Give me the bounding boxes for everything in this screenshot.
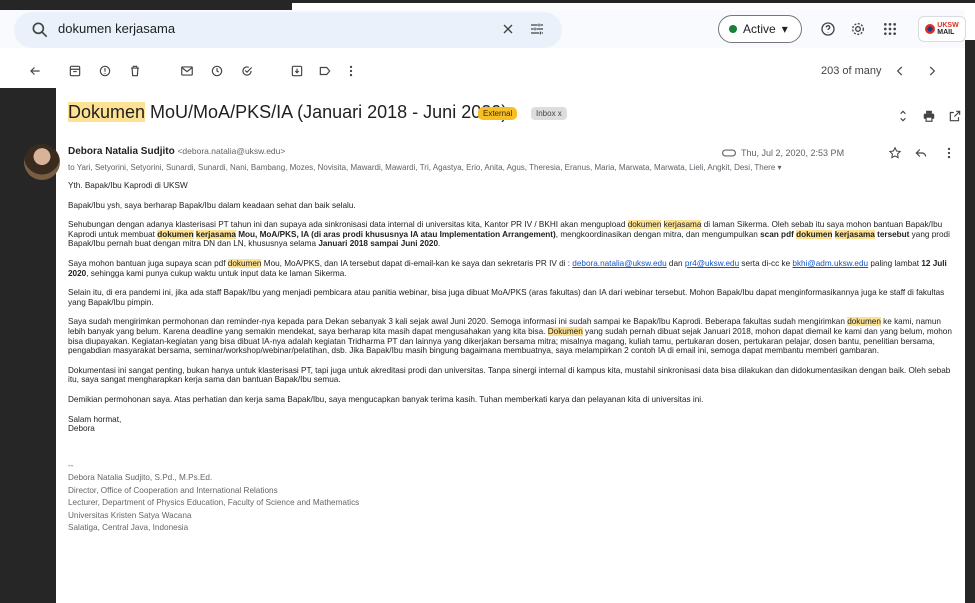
chevron-down-icon: ▾ — [781, 22, 788, 36]
paragraph: Selain itu, di era pandemi ini, jika ada… — [68, 288, 945, 307]
background-window-right — [965, 40, 975, 603]
email-link[interactable]: bkhi@adm.uksw.edu — [792, 259, 868, 268]
background-window-top — [0, 0, 292, 10]
logo-emblem — [925, 24, 936, 34]
email-body: Yth. Bapak/Ibu Kaprodi di UKSW Bapak/Ibu… — [68, 181, 958, 535]
star-icon[interactable] — [888, 146, 902, 160]
more-options-icon[interactable] — [942, 146, 956, 160]
open-new-window-icon[interactable] — [948, 109, 962, 123]
status-dot — [729, 25, 737, 33]
paragraph: Bapak/Ibu ysh, saya berharap Bapak/Ibu d… — [68, 200, 356, 210]
status-label: Active — [743, 22, 776, 36]
search-input[interactable] — [58, 21, 478, 36]
paragraph: Saya mohon bantuan juga supaya scan pdf … — [68, 258, 947, 278]
message-count: 203 of many — [821, 65, 882, 77]
paragraph: Dokumentasi ini sangat penting, bukan ha… — [68, 365, 951, 385]
signature: -- Debora Natalia Sudjito, S.Pd., M.Ps.E… — [68, 460, 360, 533]
add-to-tasks-icon[interactable] — [240, 64, 254, 78]
move-to-icon[interactable] — [290, 64, 304, 78]
expand-all-icon[interactable] — [896, 109, 910, 123]
status-button[interactable]: Active ▾ — [718, 15, 802, 43]
closing: Salam hormat, Debora — [68, 414, 122, 434]
newer-chevron-icon[interactable] — [893, 64, 907, 78]
reply-icon[interactable] — [914, 146, 928, 160]
apps-grid-icon[interactable] — [882, 21, 898, 37]
back-arrow-icon[interactable] — [28, 64, 42, 78]
search-icon[interactable] — [30, 20, 50, 40]
mark-unread-icon[interactable] — [180, 64, 194, 78]
settings-gear-icon[interactable] — [850, 21, 866, 37]
older-chevron-icon[interactable] — [925, 64, 939, 78]
external-badge: External — [478, 107, 518, 120]
paragraph: Saya sudah mengirimkan permohonan dan re… — [68, 317, 952, 356]
email-date: Thu, Jul 2, 2020, 2:53 PM — [741, 148, 845, 158]
paragraph: Demikian permohonan saya. Atas perhatian… — [68, 394, 704, 404]
archive-icon[interactable] — [68, 64, 82, 78]
label-icon[interactable] — [318, 64, 332, 78]
print-icon[interactable] — [922, 109, 936, 123]
email-subject: Dokumen MoU/MoA/PKS/IA (Januari 2018 - J… — [68, 102, 508, 122]
greeting: Yth. Bapak/Ibu Kaprodi di UKSW — [68, 181, 188, 190]
sender-name[interactable]: Debora Natalia Sudjito — [68, 146, 175, 157]
clear-search-icon[interactable] — [500, 21, 516, 37]
logo-text: UKSW MAIL — [937, 22, 959, 36]
sender-email: <debora.natalia@uksw.edu> — [177, 146, 286, 156]
background-window-top-right — [292, 0, 975, 3]
snooze-clock-icon[interactable] — [210, 64, 224, 78]
account-logo[interactable]: UKSW MAIL — [918, 16, 966, 42]
sender-avatar[interactable] — [24, 144, 60, 180]
sender-line: Debora Natalia Sudjito <debora.natalia@u… — [68, 146, 285, 157]
delete-icon[interactable] — [128, 64, 142, 78]
inbox-label-chip[interactable]: Inbox x — [531, 107, 567, 120]
email-link[interactable]: debora.natalia@uksw.edu — [572, 259, 666, 268]
email-link[interactable]: pr4@uksw.edu — [685, 259, 739, 268]
more-vert-icon[interactable] — [344, 64, 358, 78]
search-options-icon[interactable] — [529, 21, 545, 37]
paragraph: Sehubungan dengan adanya klasterisasi PT… — [68, 220, 950, 249]
attachment-icon — [722, 149, 736, 157]
recipients-line[interactable]: to Yari, Setyorini, Setyorini, Sunardi, … — [68, 163, 910, 172]
help-icon[interactable] — [820, 21, 836, 37]
report-spam-icon[interactable] — [98, 64, 112, 78]
